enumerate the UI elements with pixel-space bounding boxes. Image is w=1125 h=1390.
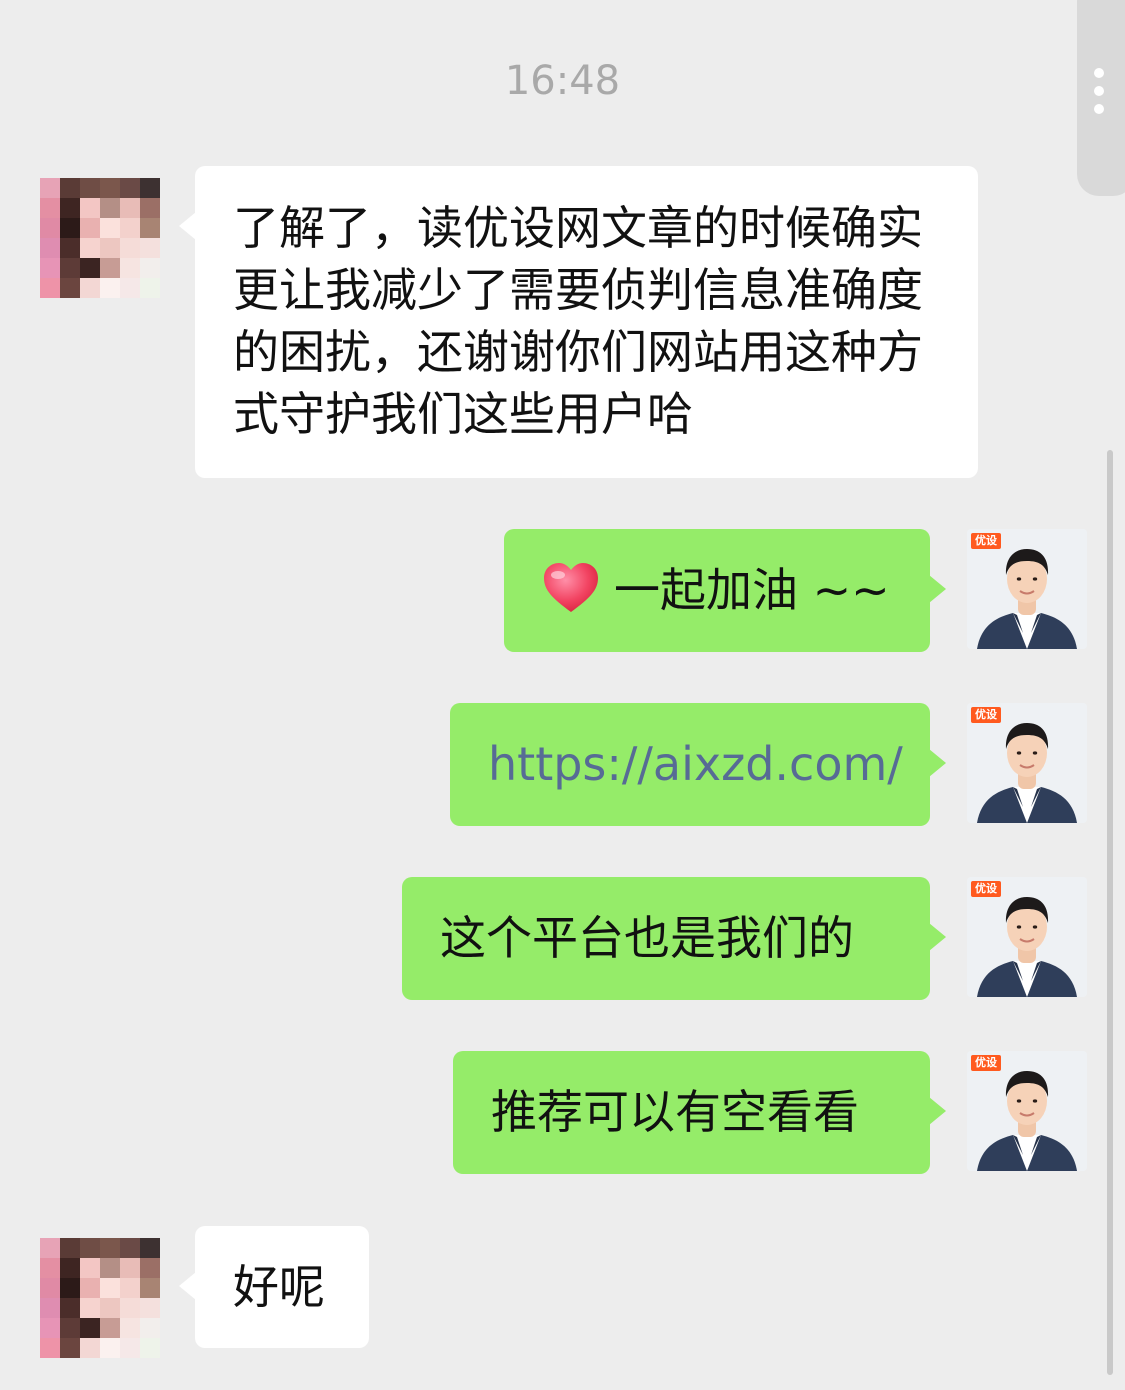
message-bubble-sent-link[interactable]: https://aixzd.com/ bbox=[450, 703, 946, 826]
message-bubble-sent[interactable]: 一起加油 ~~ bbox=[504, 529, 946, 652]
brand-badge: 优设 bbox=[975, 708, 997, 721]
more-dot-icon bbox=[1094, 68, 1104, 78]
more-dot-icon bbox=[1094, 86, 1104, 96]
message-bubble-sent[interactable]: 这个平台也是我们的 bbox=[402, 877, 946, 1000]
chat-screen: 16:48 了解了，读优设网文章的时候确实更让我减少了需要侦判信息准确度的困扰，… bbox=[0, 0, 1125, 1390]
message-text: 推荐可以有空看看 bbox=[491, 1085, 859, 1139]
brand-badge: 优设 bbox=[975, 882, 997, 895]
message-link[interactable]: https://aixzd.com/ bbox=[488, 733, 930, 795]
contact-avatar[interactable] bbox=[40, 178, 160, 298]
message-bubble-sent[interactable]: 推荐可以有空看看 bbox=[453, 1051, 946, 1174]
own-avatar[interactable]: 优设 bbox=[967, 877, 1087, 997]
message-text: 了解了，读优设网文章的时候确实更让我减少了需要侦判信息准确度的困扰，还谢谢你们网… bbox=[233, 201, 923, 441]
message-bubble-received[interactable]: 了解了，读优设网文章的时候确实更让我减少了需要侦判信息准确度的困扰，还谢谢你们网… bbox=[179, 166, 978, 478]
own-avatar[interactable]: 优设 bbox=[967, 1051, 1087, 1171]
contact-avatar[interactable] bbox=[40, 1238, 160, 1358]
own-avatar[interactable]: 优设 bbox=[967, 529, 1087, 649]
brand-badge: 优设 bbox=[975, 534, 997, 547]
message-text: 好呢 bbox=[233, 1260, 325, 1314]
more-options-handle[interactable] bbox=[1077, 0, 1125, 196]
message-text: 一起加油 ~~ bbox=[614, 563, 890, 617]
message-bubble-received[interactable]: 好呢 bbox=[179, 1226, 369, 1348]
message-text: 这个平台也是我们的 bbox=[440, 911, 854, 965]
scrollbar[interactable] bbox=[1107, 450, 1113, 1375]
own-avatar[interactable]: 优设 bbox=[967, 703, 1087, 823]
brand-badge: 优设 bbox=[975, 1056, 997, 1069]
more-dot-icon bbox=[1094, 104, 1104, 114]
message-timestamp: 16:48 bbox=[504, 58, 621, 104]
heart-icon bbox=[542, 562, 600, 614]
